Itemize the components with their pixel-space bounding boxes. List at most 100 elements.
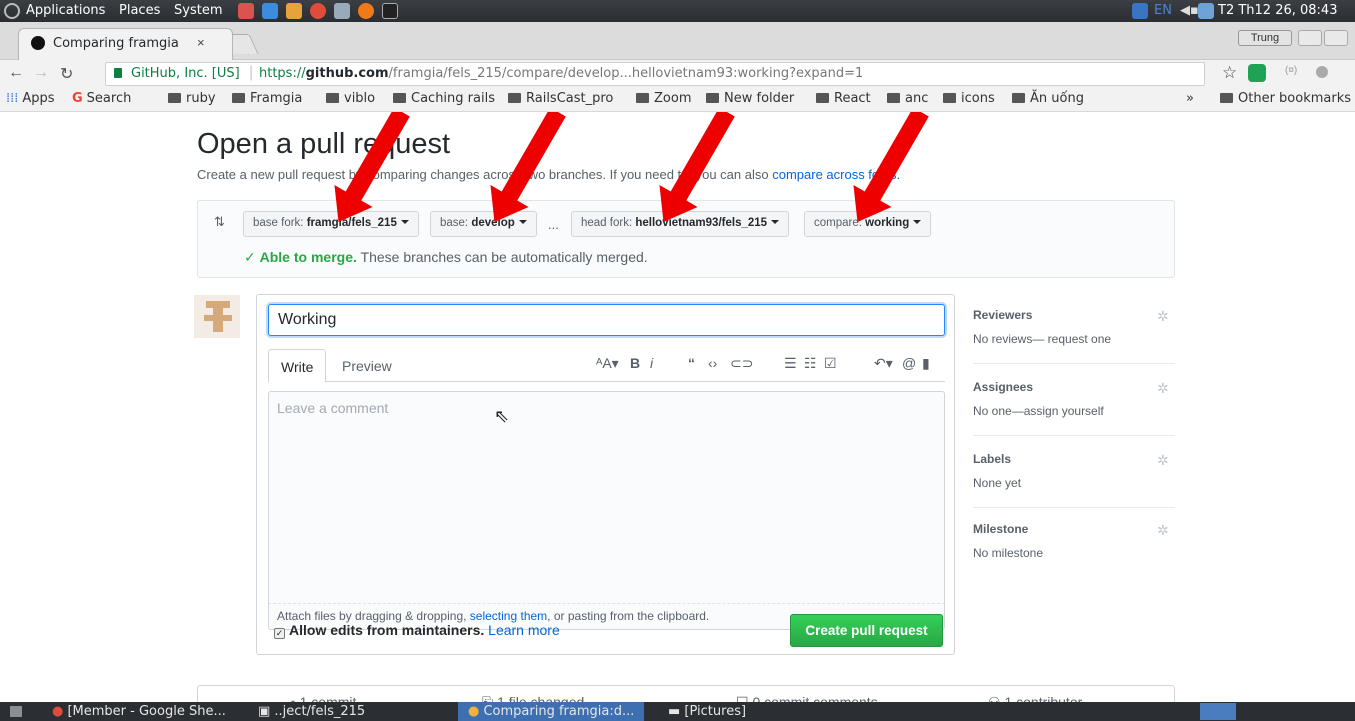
bookmark-folder-zoom[interactable]: Zoom xyxy=(636,91,691,106)
desktop-taskbar: ● [Member - Google She... ▣ ..ject/fels_… xyxy=(0,702,1355,721)
tab-write[interactable]: Write xyxy=(268,349,327,383)
places-menu[interactable]: Places xyxy=(119,3,160,18)
reload-icon[interactable]: ↻ xyxy=(60,64,73,84)
extension-icon[interactable] xyxy=(1316,66,1328,78)
comment-textarea[interactable]: Leave a comment xyxy=(268,391,945,604)
folder-icon xyxy=(326,93,339,103)
bookmark-folder-new-folder[interactable]: New folder xyxy=(706,91,794,106)
bookmark-star-icon[interactable]: ☆ xyxy=(1222,63,1237,83)
taskbar-item[interactable]: ▣ ..ject/fels_215 xyxy=(258,704,365,719)
system-menu[interactable]: System xyxy=(174,3,222,18)
selecting-them-link[interactable]: selecting them xyxy=(470,609,547,623)
other-bookmarks[interactable]: Other bookmarks xyxy=(1220,91,1351,106)
sidebar-assignees[interactable]: Assignees ✲ No one—assign yourself xyxy=(973,366,1175,436)
network-icon[interactable] xyxy=(1198,3,1214,19)
url-divider: | xyxy=(249,64,254,81)
comments-stat[interactable]: ☐ 0 commit comments xyxy=(736,694,878,702)
browser-tab[interactable]: Comparing framgia × xyxy=(18,28,233,60)
terminal-icon: ▣ xyxy=(258,704,275,719)
bookmark-search[interactable]: G Search xyxy=(72,91,131,106)
sidebar-labels[interactable]: Labels ✲ None yet xyxy=(973,438,1175,508)
gear-icon[interactable]: ✲ xyxy=(1157,380,1169,397)
attach-text: Attach files by dragging & dropping, xyxy=(277,609,470,623)
taskbar-item[interactable]: ▬ [Pictures] xyxy=(668,704,746,719)
contributors-stat[interactable]: ⚇ 1 contributor xyxy=(988,694,1082,702)
learn-more-link[interactable]: Learn more xyxy=(488,622,560,638)
applications-menu[interactable]: Applications xyxy=(26,3,105,18)
bookmark-folder-railscast[interactable]: RailsCast_pro xyxy=(508,91,613,106)
sidebar-milestone[interactable]: Milestone ✲ No milestone xyxy=(973,508,1175,578)
title-input[interactable] xyxy=(268,304,945,336)
clock[interactable]: T2 Th12 26, 08:43 xyxy=(1218,3,1337,18)
taskbar-item-label: [Pictures] xyxy=(684,704,747,719)
reply-icon[interactable]: ↶▾ xyxy=(874,355,893,372)
tab-preview[interactable]: Preview xyxy=(330,349,404,383)
launcher-icon[interactable] xyxy=(334,3,350,19)
numbered-list-icon[interactable]: ☷ xyxy=(804,355,817,372)
bookmark-folder-icons[interactable]: icons xyxy=(943,91,995,106)
bookmark-folder-an-uong[interactable]: Ăn uống xyxy=(1012,91,1084,106)
bookmark-folder-ruby[interactable]: ruby xyxy=(168,91,216,106)
address-bar[interactable]: GitHub, Inc. [US] | https://github.com/f… xyxy=(105,62,1205,86)
launcher-icon[interactable] xyxy=(238,3,254,19)
extension-icon[interactable]: (¤) xyxy=(1285,65,1297,76)
launcher-icon[interactable] xyxy=(262,3,278,19)
bookmark-label: Apps xyxy=(22,91,55,106)
language-indicator[interactable]: EN xyxy=(1154,3,1172,18)
head-fork-value: hellovietnam93/fels_215 xyxy=(635,217,768,229)
bookmarks-overflow-button[interactable]: » xyxy=(1186,91,1194,106)
sidebar-title: Assignees xyxy=(973,380,1034,394)
bookmark-folder-viblo[interactable]: viblo xyxy=(326,91,375,106)
bookmark-folder-anc[interactable]: anc xyxy=(887,91,928,106)
commits-stat[interactable]: ⊸ 1 commit xyxy=(284,694,356,702)
merge-status: ✓ Able to merge. These branches can be a… xyxy=(244,249,648,266)
menu-logo-icon[interactable] xyxy=(4,3,20,19)
terminal-launcher-icon[interactable] xyxy=(382,3,398,19)
workspace-switcher[interactable] xyxy=(1200,703,1236,720)
tab-close-icon[interactable]: × xyxy=(197,35,205,50)
forward-icon[interactable]: → xyxy=(33,64,49,82)
sidebar-reviewers[interactable]: Reviewers ✲ No reviews— request one xyxy=(973,294,1175,364)
firefox-launcher-icon[interactable] xyxy=(358,3,374,19)
files-stat[interactable]: ⎘ 1 file changed xyxy=(482,694,584,702)
bookmark-folder-framgia[interactable]: Framgia xyxy=(232,91,302,106)
show-desktop-icon[interactable] xyxy=(10,706,22,717)
avatar[interactable] xyxy=(194,295,240,338)
maximize-icon[interactable] xyxy=(1324,30,1348,46)
minimize-icon[interactable] xyxy=(1298,30,1322,46)
text-size-icon[interactable]: ᴬA▾ xyxy=(596,355,619,372)
gear-icon[interactable]: ✲ xyxy=(1157,522,1169,539)
folder-icon xyxy=(816,93,829,103)
merge-status-label: Able to merge. xyxy=(259,249,357,265)
gear-icon[interactable]: ✲ xyxy=(1157,452,1169,469)
extension-icon[interactable] xyxy=(1248,64,1266,82)
base-label: base: xyxy=(440,217,469,229)
gear-icon[interactable]: ✲ xyxy=(1157,308,1169,325)
sidebar-value: No milestone xyxy=(973,546,1044,560)
italic-icon[interactable]: i xyxy=(650,355,653,371)
bold-icon[interactable]: B xyxy=(630,355,640,371)
allow-edits-checkbox[interactable]: ✓ xyxy=(274,628,285,639)
bookmark-folder-caching-rails[interactable]: Caching rails xyxy=(393,91,495,106)
bookmark-folder-react[interactable]: React xyxy=(816,91,871,106)
profile-button[interactable]: Trung xyxy=(1238,30,1292,46)
launcher-icon[interactable] xyxy=(286,3,302,19)
taskbar-item-active[interactable]: ● Comparing framgia:d... xyxy=(458,702,645,721)
allow-edits-option[interactable]: ✓ Allow edits from maintainers. Learn mor… xyxy=(274,622,560,639)
volume-icon[interactable]: ◀▪ xyxy=(1180,3,1199,18)
url-host: github.com xyxy=(305,66,389,81)
back-icon[interactable]: ← xyxy=(8,64,24,82)
keyboard-icon[interactable] xyxy=(1132,3,1148,19)
bookmark-apps[interactable]: ⁞⁞⁞ Apps xyxy=(6,91,55,106)
saved-reply-icon[interactable]: ▮ xyxy=(922,355,930,372)
link-icon[interactable]: ⊂⊃ xyxy=(730,355,753,372)
code-icon[interactable]: ‹› xyxy=(708,355,717,371)
range-ellipsis: ... xyxy=(548,217,559,232)
bulleted-list-icon[interactable]: ☰ xyxy=(784,355,797,372)
chrome-launcher-icon[interactable] xyxy=(310,3,326,19)
create-pull-request-button[interactable]: Create pull request xyxy=(790,614,943,647)
mention-icon[interactable]: @ xyxy=(902,355,916,371)
quote-icon[interactable]: “ xyxy=(688,355,695,371)
taskbar-item[interactable]: ● [Member - Google She... xyxy=(52,704,226,719)
task-list-icon[interactable]: ☑ xyxy=(824,355,837,372)
